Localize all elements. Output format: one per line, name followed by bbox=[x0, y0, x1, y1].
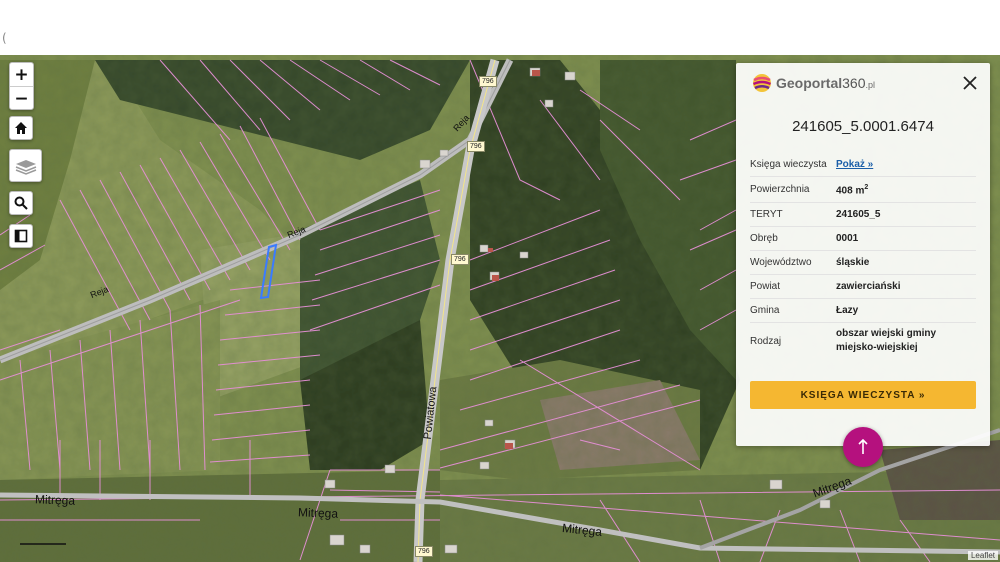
row-gmina: Gmina Łazy bbox=[750, 299, 976, 324]
row-value: 241605_5 bbox=[836, 208, 881, 220]
home-button[interactable] bbox=[9, 116, 33, 140]
show-ksiega-link[interactable]: Pokaż » bbox=[836, 159, 873, 170]
zoom-control: + − bbox=[9, 62, 34, 110]
road-label-mitrega: Mitręga bbox=[34, 492, 76, 508]
geoportal-logo-icon bbox=[752, 74, 772, 92]
geoportal-logo[interactable]: Geoportal360.pl bbox=[752, 73, 875, 93]
scroll-up-button[interactable] bbox=[843, 427, 883, 467]
ksiega-wieczysta-button[interactable]: KSIĘGA WIECZYSTA » bbox=[750, 381, 976, 409]
row-obreb: Obręb 0001 bbox=[750, 227, 976, 252]
layers-icon bbox=[15, 159, 36, 175]
road-shield-796: 796 bbox=[467, 141, 485, 152]
row-label: Obręb bbox=[750, 233, 778, 245]
row-label: Województwo bbox=[750, 257, 812, 269]
row-value: Łazy bbox=[836, 304, 859, 316]
row-label: TERYT bbox=[750, 209, 783, 221]
home-icon bbox=[15, 122, 27, 134]
parcel-attributes: Księga wieczysta Pokaż » Powierzchnia 40… bbox=[750, 153, 976, 359]
row-rodzaj: Rodzaj obszar wiejski gminy miejsko-wiej… bbox=[750, 323, 976, 359]
row-powierzchnia: Powierzchnia 408 m2 bbox=[750, 177, 976, 204]
map-attribution[interactable]: Leaflet bbox=[967, 551, 998, 560]
row-value: zawierciański bbox=[836, 280, 901, 292]
road-shield-796: 796 bbox=[479, 76, 497, 87]
row-value: 408 m bbox=[836, 185, 865, 197]
area-unit-exponent: 2 bbox=[864, 184, 869, 191]
close-icon[interactable] bbox=[962, 75, 978, 91]
logo-suffix: .pl bbox=[865, 80, 875, 90]
zoom-in-button[interactable]: + bbox=[10, 63, 33, 87]
search-icon bbox=[14, 196, 28, 210]
logo-num: 360 bbox=[842, 75, 866, 91]
search-button[interactable] bbox=[9, 191, 33, 215]
row-teryt: TERYT 241605_5 bbox=[750, 203, 976, 228]
parcel-id: 241605_5.0001.6474 bbox=[792, 118, 934, 135]
row-label: Rodzaj bbox=[750, 335, 782, 347]
cursor-mark: ( bbox=[2, 31, 7, 45]
row-powiat: Powiat zawierciański bbox=[750, 275, 976, 300]
parcel-info-panel: Geoportal360.pl 241605_5.0001.6474 Księg… bbox=[736, 63, 990, 446]
road-shield-796: 796 bbox=[451, 254, 469, 265]
logo-name: Geoportal bbox=[776, 75, 843, 91]
row-label: Gmina bbox=[750, 305, 780, 317]
road-label-mitrega: Mitręga bbox=[297, 505, 339, 521]
row-label: Powierzchnia bbox=[750, 184, 810, 196]
row-value: 0001 bbox=[836, 232, 859, 244]
road-shield-796: 796 bbox=[415, 546, 433, 557]
measure-button[interactable] bbox=[9, 224, 33, 248]
zoom-out-button[interactable]: − bbox=[10, 87, 33, 109]
row-value: śląskie bbox=[836, 256, 870, 268]
row-label: Powiat bbox=[750, 281, 781, 293]
page-top: ( bbox=[0, 0, 1000, 55]
row-label: Księga wieczysta bbox=[750, 159, 827, 170]
row-ksiega-wieczysta: Księga wieczysta Pokaż » bbox=[750, 153, 976, 177]
row-value: obszar wiejski gminy miejsko-wiejskiej bbox=[836, 328, 937, 354]
arrow-up-icon bbox=[858, 439, 868, 454]
row-wojewodztwo: Województwo śląskie bbox=[750, 251, 976, 276]
panel-toggle-icon bbox=[14, 229, 28, 243]
layers-button[interactable] bbox=[9, 149, 42, 182]
